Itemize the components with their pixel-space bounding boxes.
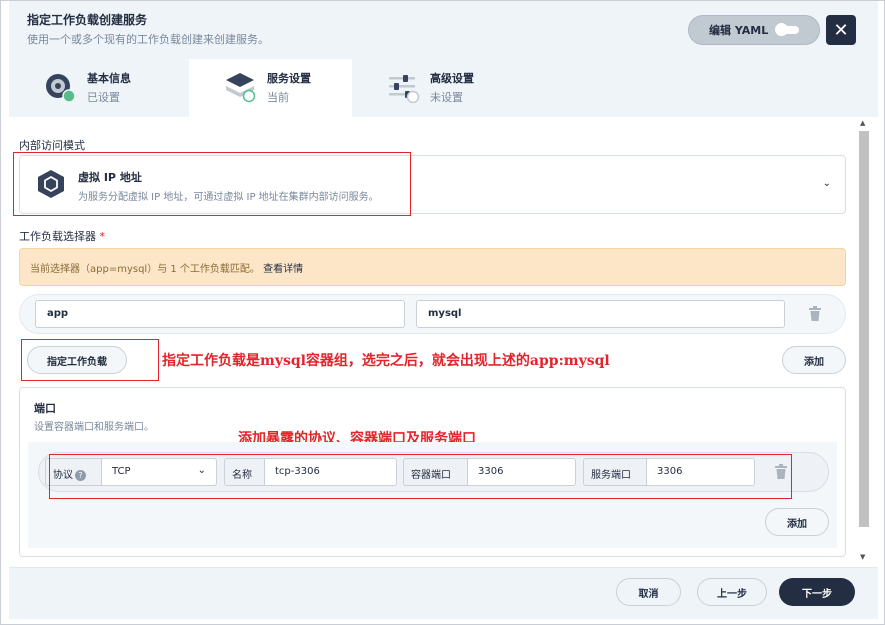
- cancel-button[interactable]: 取消: [616, 578, 681, 606]
- scroll-up-icon[interactable]: ▲: [860, 119, 865, 127]
- edit-yaml-label: 编辑 YAML: [709, 24, 769, 37]
- ports-title: 端口: [34, 402, 56, 415]
- dialog-footer: 取消 上一步 下一步: [9, 567, 878, 619]
- toggle-switch-icon: [775, 23, 799, 36]
- workload-selector-label-text: 工作负载选择器: [19, 230, 96, 243]
- basic-info-icon: [46, 74, 76, 103]
- previous-button[interactable]: 上一步: [697, 578, 767, 606]
- dialog-header: 指定工作负载创建服务 使用一个或多个现有的工作负载创建来创建服务。 编辑 YAM…: [9, 1, 878, 59]
- tab-basic-info[interactable]: 基本信息 已设置: [9, 59, 172, 117]
- required-mark: *: [99, 230, 106, 243]
- advanced-settings-icon: [389, 75, 420, 103]
- ports-list: 协议? TCP ⌄ 名称 tcp-3306 容器端口 3306 服务端口 330…: [28, 442, 837, 548]
- annotation-box-specify-workload: [21, 339, 159, 381]
- add-port-button[interactable]: 添加: [765, 508, 829, 536]
- selector-match-notice: 当前选择器（app=mysql）与 1 个工作负载匹配。 查看详情: [19, 248, 846, 286]
- close-button[interactable]: ✕: [826, 15, 856, 45]
- scroll-down-icon[interactable]: ▼: [860, 553, 865, 561]
- tab-label: 服务设置: [267, 72, 311, 85]
- add-selector-button[interactable]: 添加: [782, 346, 846, 374]
- edit-yaml-toggle[interactable]: 编辑 YAML: [688, 15, 820, 45]
- selector-row: app mysql: [19, 294, 846, 334]
- trash-icon[interactable]: [808, 306, 822, 322]
- access-mode-label: 内部访问模式: [19, 139, 85, 152]
- dialog-frame: 指定工作负载创建服务 使用一个或多个现有的工作负载创建来创建服务。 编辑 YAM…: [0, 0, 885, 625]
- tab-status: 当前: [267, 91, 289, 104]
- service-settings-form: 内部访问模式 虚拟 IP 地址 为服务分配虚拟 IP 地址，可通过虚拟 IP 地…: [9, 117, 857, 567]
- chevron-down-icon: ⌄: [822, 178, 831, 189]
- view-details-link[interactable]: 查看详情: [263, 264, 303, 275]
- service-settings-icon: [226, 73, 256, 103]
- tab-advanced-settings[interactable]: 高级设置 未设置: [352, 59, 515, 117]
- scrollbar[interactable]: ▲ ▼: [857, 117, 871, 567]
- selector-value-input[interactable]: mysql: [416, 300, 785, 328]
- next-button[interactable]: 下一步: [779, 578, 855, 606]
- tab-status: 未设置: [430, 91, 463, 104]
- ports-subtitle: 设置容器端口和服务端口。: [34, 422, 154, 433]
- annotation-workload-note: 指定工作负载是mysql容器组，选完之后，就会出现上述的app:mysql: [162, 353, 610, 369]
- annotation-box-ports: [49, 454, 792, 499]
- selector-key-input[interactable]: app: [35, 300, 405, 328]
- close-icon: ✕: [833, 19, 849, 41]
- dialog-subtitle: 使用一个或多个现有的工作负载创建来创建服务。: [27, 33, 269, 46]
- ports-panel: 端口 设置容器端口和服务端口。 添加暴露的协议、容器端口及服务端口 协议? TC…: [19, 387, 846, 557]
- workload-selector-label: 工作负载选择器 *: [19, 228, 105, 244]
- tab-label: 高级设置: [430, 72, 474, 85]
- tab-status: 已设置: [87, 91, 120, 104]
- step-tabs: 基本信息 已设置 服务设置 当前 高级设置 未设置: [9, 59, 878, 117]
- dialog-title: 指定工作负载创建服务: [27, 13, 148, 27]
- annotation-box-access-mode: [13, 152, 411, 216]
- tab-service-settings[interactable]: 服务设置 当前: [189, 59, 352, 117]
- scroll-thumb[interactable]: [859, 131, 869, 527]
- tab-label: 基本信息: [87, 72, 131, 85]
- selector-notice-text: 当前选择器（app=mysql）与 1 个工作负载匹配。: [30, 264, 260, 275]
